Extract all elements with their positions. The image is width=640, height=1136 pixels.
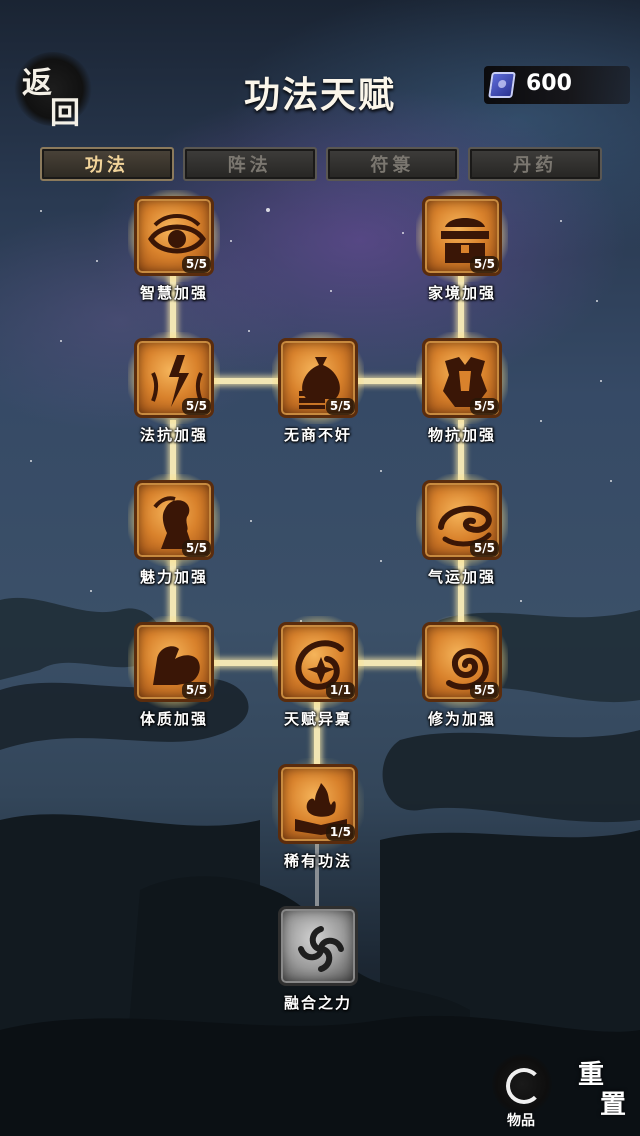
currency-amount: 600 — [526, 71, 572, 96]
talent-level: 5/5 — [181, 540, 211, 557]
tab-danyao[interactable]: 丹药 — [468, 147, 602, 181]
talent-level: 1/5 — [325, 824, 355, 841]
talent-rare-skill[interactable]: 1/5 稀有功法 — [272, 758, 364, 870]
talent-name: 天赋异禀 — [283, 710, 352, 728]
category-tabs: 功法 阵法 符箓 丹药 — [40, 147, 602, 181]
dragon-circle-icon — [492, 1054, 552, 1114]
talent-level: 5/5 — [325, 398, 355, 415]
talent-magic-resist[interactable]: 5/5 法抗加强 — [128, 332, 220, 444]
talent-level: 5/5 — [181, 398, 211, 415]
reset-button[interactable]: 重 置 — [572, 1054, 634, 1126]
talent-name: 法抗加强 — [139, 426, 208, 444]
talent-level: 5/5 — [181, 256, 211, 273]
talent-name: 智慧加强 — [139, 284, 208, 302]
talent-name: 修为加强 — [427, 710, 496, 728]
talent-charm[interactable]: 5/5 魅力加强 — [128, 474, 220, 586]
reset-char-2: 置 — [600, 1090, 627, 1120]
talent-name: 气运加强 — [427, 568, 496, 586]
talent-luck[interactable]: 5/5 气运加强 — [416, 474, 508, 586]
talent-name: 稀有功法 — [283, 852, 352, 870]
talent-name: 家境加强 — [427, 284, 496, 302]
talent-name: 体质加强 — [139, 710, 208, 728]
talent-level: 1/1 — [325, 682, 355, 699]
talent-fusion[interactable]: 融合之力 — [278, 906, 358, 1012]
talent-level: 5/5 — [469, 682, 499, 699]
talent-home[interactable]: 5/5 家境加强 — [416, 190, 508, 302]
items-button[interactable]: 物品 — [488, 1054, 554, 1129]
talent-cultivation[interactable]: 5/5 修为加强 — [416, 616, 508, 728]
talent-level: 5/5 — [469, 256, 499, 273]
talent-level: 5/5 — [469, 398, 499, 415]
talent-name: 物抗加强 — [427, 426, 496, 444]
tab-fulu[interactable]: 符箓 — [325, 147, 460, 181]
vortex-icon — [298, 926, 344, 972]
items-label: 物品 — [507, 1113, 535, 1129]
tab-gongfa[interactable]: 功法 — [40, 147, 174, 181]
blue-book-icon — [488, 72, 516, 98]
talent-name: 无商不奸 — [283, 426, 352, 444]
talent-phys-resist[interactable]: 5/5 物抗加强 — [416, 332, 508, 444]
talent-no-trader[interactable]: 5/5 无商不奸 — [272, 332, 364, 444]
tab-zhenfa[interactable]: 阵法 — [182, 147, 317, 181]
currency-display: 600 — [484, 66, 630, 104]
talent-physique[interactable]: 5/5 体质加强 — [128, 616, 220, 728]
talent-name: 魅力加强 — [139, 568, 208, 586]
talent-wisdom[interactable]: 5/5 智慧加强 — [128, 190, 220, 302]
talent-name: 融合之力 — [283, 994, 352, 1012]
talent-gifted[interactable]: 1/1 天赋异禀 — [272, 616, 364, 728]
talent-level: 5/5 — [181, 682, 211, 699]
talent-level: 5/5 — [469, 540, 499, 557]
